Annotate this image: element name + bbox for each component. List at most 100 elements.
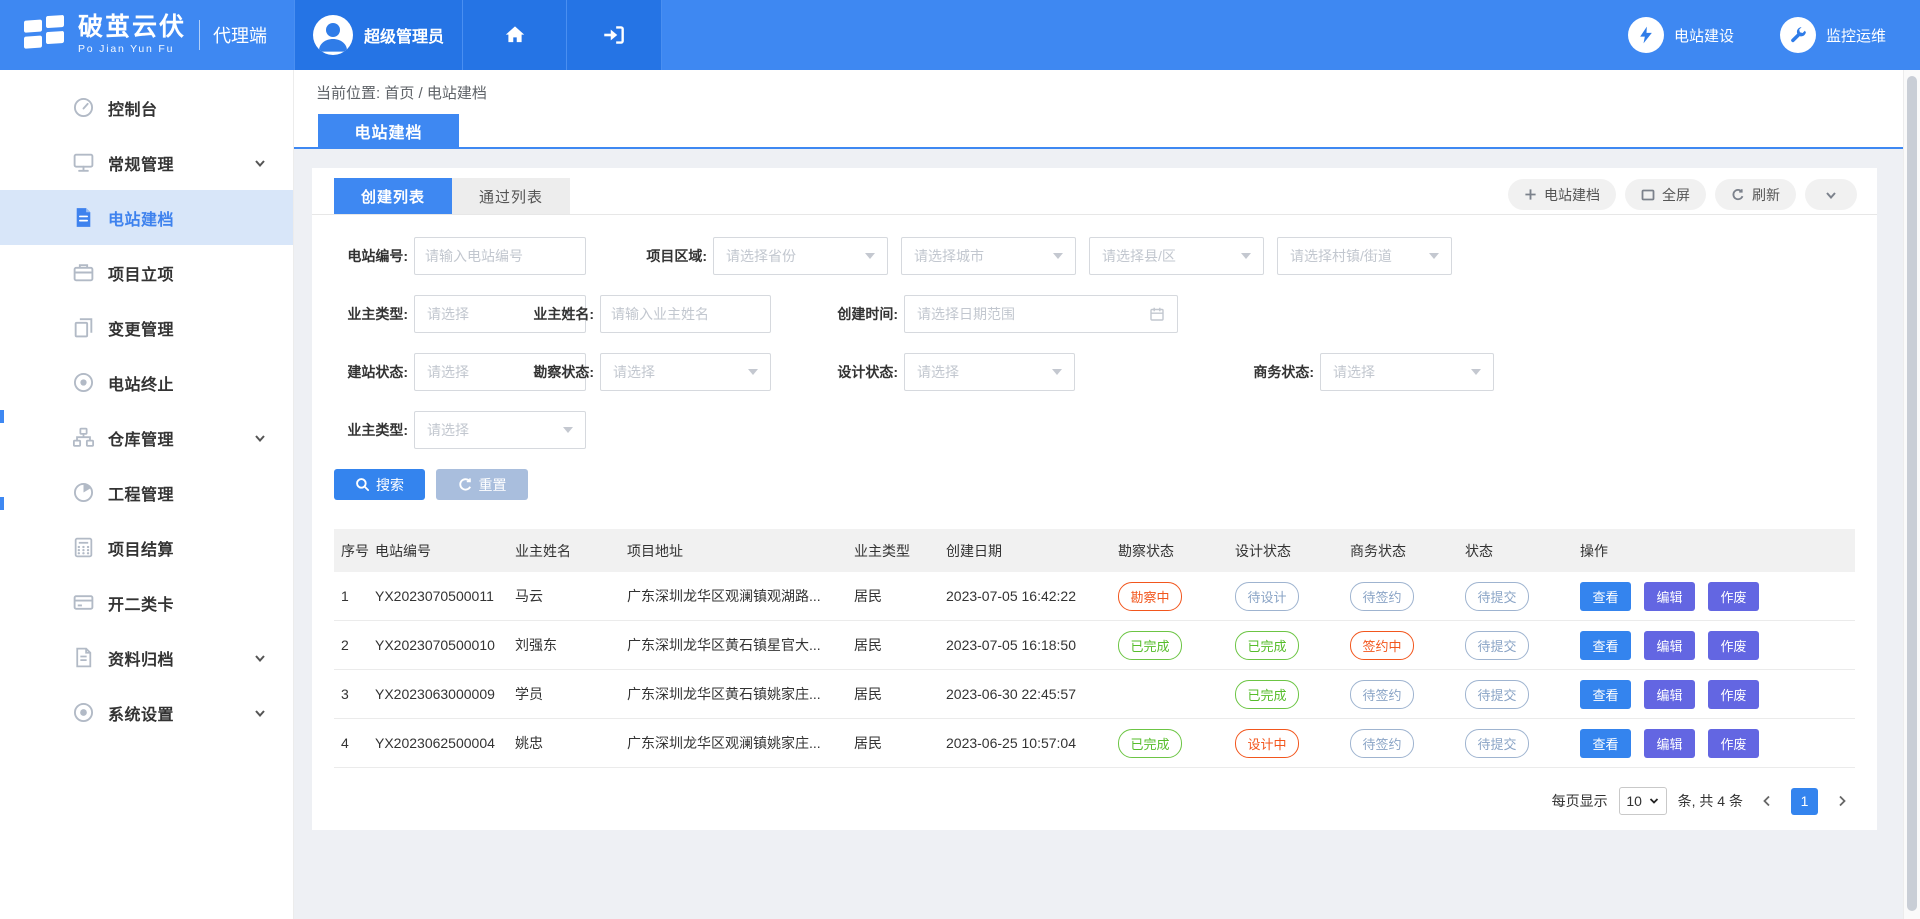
files-icon <box>71 316 95 340</box>
logo-subtitle: Po Jian Yun Fu <box>78 44 186 56</box>
void-button[interactable]: 作废 <box>1708 631 1759 660</box>
sidebar-item-label: 项目结算 <box>108 536 174 560</box>
credit-card-icon <box>71 591 95 615</box>
view-button[interactable]: 查看 <box>1580 582 1631 611</box>
cell-owner: 学员 <box>515 684 627 704</box>
prev-page-button[interactable] <box>1754 788 1780 814</box>
briefcase-icon <box>71 261 95 285</box>
nav-station-build[interactable]: 电站建设 <box>1628 17 1734 53</box>
view-button[interactable]: 查看 <box>1580 729 1631 758</box>
filter-row-4: 业主类型: 请选择 <box>312 411 1877 463</box>
logo-text: 破茧云伏 Po Jian Yun Fu <box>78 14 186 56</box>
table-row: 1 YX2023070500011 马云 广东深圳龙华区观澜镇观湖路... 居民… <box>334 572 1855 621</box>
sidebar-item-system-settings[interactable]: 系统设置 <box>0 685 293 740</box>
design-status-select[interactable]: 请选择 <box>904 353 1075 391</box>
chevron-down-icon <box>253 706 267 720</box>
col-type: 业主类型 <box>854 541 946 561</box>
logout-button[interactable] <box>566 0 662 70</box>
tab-passed-list[interactable]: 通过列表 <box>452 178 570 214</box>
monitor-icon <box>71 151 95 175</box>
chevron-down-icon <box>253 431 267 445</box>
town-select[interactable]: 请选择村镇/街道 <box>1277 237 1452 275</box>
reset-button[interactable]: 重置 <box>436 469 528 500</box>
cell-owner: 刘强东 <box>515 635 627 655</box>
file-archive-icon <box>71 646 95 670</box>
sidebar-item-dashboard[interactable]: 控制台 <box>0 80 293 135</box>
cell-index: 1 <box>334 588 375 604</box>
col-owner: 业主姓名 <box>515 541 627 561</box>
sidebar-item-open-type2-card[interactable]: 开二类卡 <box>0 575 293 630</box>
sidebar-item-general-mgmt[interactable]: 常规管理 <box>0 135 293 190</box>
reset-icon <box>458 477 473 492</box>
design-status-label: 设计状态: <box>824 362 898 382</box>
calculator-icon <box>71 536 95 560</box>
current-page-button[interactable]: 1 <box>1791 788 1818 815</box>
breadcrumb: 当前位置: 首页 / 电站建档 <box>316 82 487 103</box>
new-station-button[interactable]: 电站建档 <box>1508 179 1616 210</box>
sidebar-item-change-mgmt[interactable]: 变更管理 <box>0 300 293 355</box>
next-page-button[interactable] <box>1829 788 1855 814</box>
sidebar-item-warehouse-mgmt[interactable]: 仓库管理 <box>0 410 293 465</box>
business-status-badge: 待签约 <box>1350 582 1414 611</box>
city-select[interactable]: 请选择城市 <box>901 237 1076 275</box>
sidebar-item-project-settlement[interactable]: 项目结算 <box>0 520 293 575</box>
station-no-label: 电站编号: <box>334 246 408 266</box>
edit-button[interactable]: 编辑 <box>1644 631 1695 660</box>
sidebar-item-label: 工程管理 <box>108 481 174 505</box>
tab-create-list[interactable]: 创建列表 <box>334 178 452 214</box>
sidebar-item-engineering-mgmt[interactable]: 工程管理 <box>0 465 293 520</box>
nav-monitor-ops[interactable]: 监控运维 <box>1780 17 1886 53</box>
search-button[interactable]: 搜索 <box>334 469 425 500</box>
new-station-label: 电站建档 <box>1544 185 1600 205</box>
refresh-button[interactable]: 刷新 <box>1715 179 1796 210</box>
sidebar-item-project-initiation[interactable]: 项目立项 <box>0 245 293 300</box>
survey-status-select[interactable]: 请选择 <box>600 353 771 391</box>
void-button[interactable]: 作废 <box>1708 582 1759 611</box>
home-button[interactable] <box>462 0 566 70</box>
refresh-label: 刷新 <box>1752 185 1780 205</box>
business-status-select[interactable]: 请选择 <box>1320 353 1494 391</box>
collapse-button[interactable] <box>1805 179 1857 210</box>
scrollbar-thumb[interactable] <box>1907 76 1917 911</box>
logo-title: 破茧云伏 <box>78 14 186 42</box>
sidebar-item-station-termination[interactable]: 电站终止 <box>0 355 293 410</box>
page-size-select[interactable]: 10 <box>1619 787 1667 815</box>
void-button[interactable]: 作废 <box>1708 680 1759 709</box>
province-placeholder: 请选择省份 <box>726 246 796 266</box>
province-select[interactable]: 请选择省份 <box>713 237 888 275</box>
fullscreen-button[interactable]: 全屏 <box>1625 179 1706 210</box>
cell-index: 2 <box>334 637 375 653</box>
sidebar-item-data-archive[interactable]: 资料归档 <box>0 630 293 685</box>
owner-type2-placeholder: 请选择 <box>427 420 469 440</box>
user-menu[interactable]: 超级管理员 <box>294 0 462 70</box>
sidebar-item-label: 仓库管理 <box>108 426 174 450</box>
edit-button[interactable]: 编辑 <box>1644 680 1695 709</box>
edit-button[interactable]: 编辑 <box>1644 582 1695 611</box>
county-select[interactable]: 请选择县/区 <box>1089 237 1264 275</box>
page-header: 当前位置: 首页 / 电站建档 电站建档 <box>294 70 1920 149</box>
breadcrumb-path[interactable]: 首页 / 电站建档 <box>384 85 487 102</box>
chevron-down-icon <box>253 156 267 170</box>
region-selects: 请选择省份 请选择城市 请选择县/区 请选择村镇/街道 <box>713 237 1465 275</box>
void-button[interactable]: 作废 <box>1708 729 1759 758</box>
town-placeholder: 请选择村镇/街道 <box>1290 246 1392 266</box>
sidebar-item-station-archive[interactable]: 电站建档 <box>0 190 293 245</box>
view-button[interactable]: 查看 <box>1580 631 1631 660</box>
caret-down-icon <box>865 253 875 259</box>
table-row: 4 YX2023062500004 姚忠 广东深圳龙华区观澜镇姚家庄... 居民… <box>334 719 1855 768</box>
date-range-picker[interactable]: 请选择日期范围 <box>904 295 1178 333</box>
edit-button[interactable]: 编辑 <box>1644 729 1695 758</box>
col-survey: 勘察状态 <box>1118 541 1235 561</box>
cell-address: 广东深圳龙华区黄石镇姚家庄... <box>627 684 854 704</box>
owner-name-input[interactable] <box>600 295 771 333</box>
table-header: 序号 电站编号 业主姓名 项目地址 业主类型 创建日期 勘察状态 设计状态 商务… <box>334 529 1855 572</box>
sidebar-item-label: 电站建档 <box>108 206 174 230</box>
col-status: 状态 <box>1465 541 1580 561</box>
station-no-input[interactable] <box>414 237 586 275</box>
cell-code: YX2023063000009 <box>375 686 515 702</box>
page-tab-station-archive[interactable]: 电站建档 <box>318 114 459 147</box>
view-button[interactable]: 查看 <box>1580 680 1631 709</box>
cell-type: 居民 <box>854 733 946 753</box>
owner-type2-select[interactable]: 请选择 <box>414 411 586 449</box>
scroll-indicator <box>0 497 4 510</box>
